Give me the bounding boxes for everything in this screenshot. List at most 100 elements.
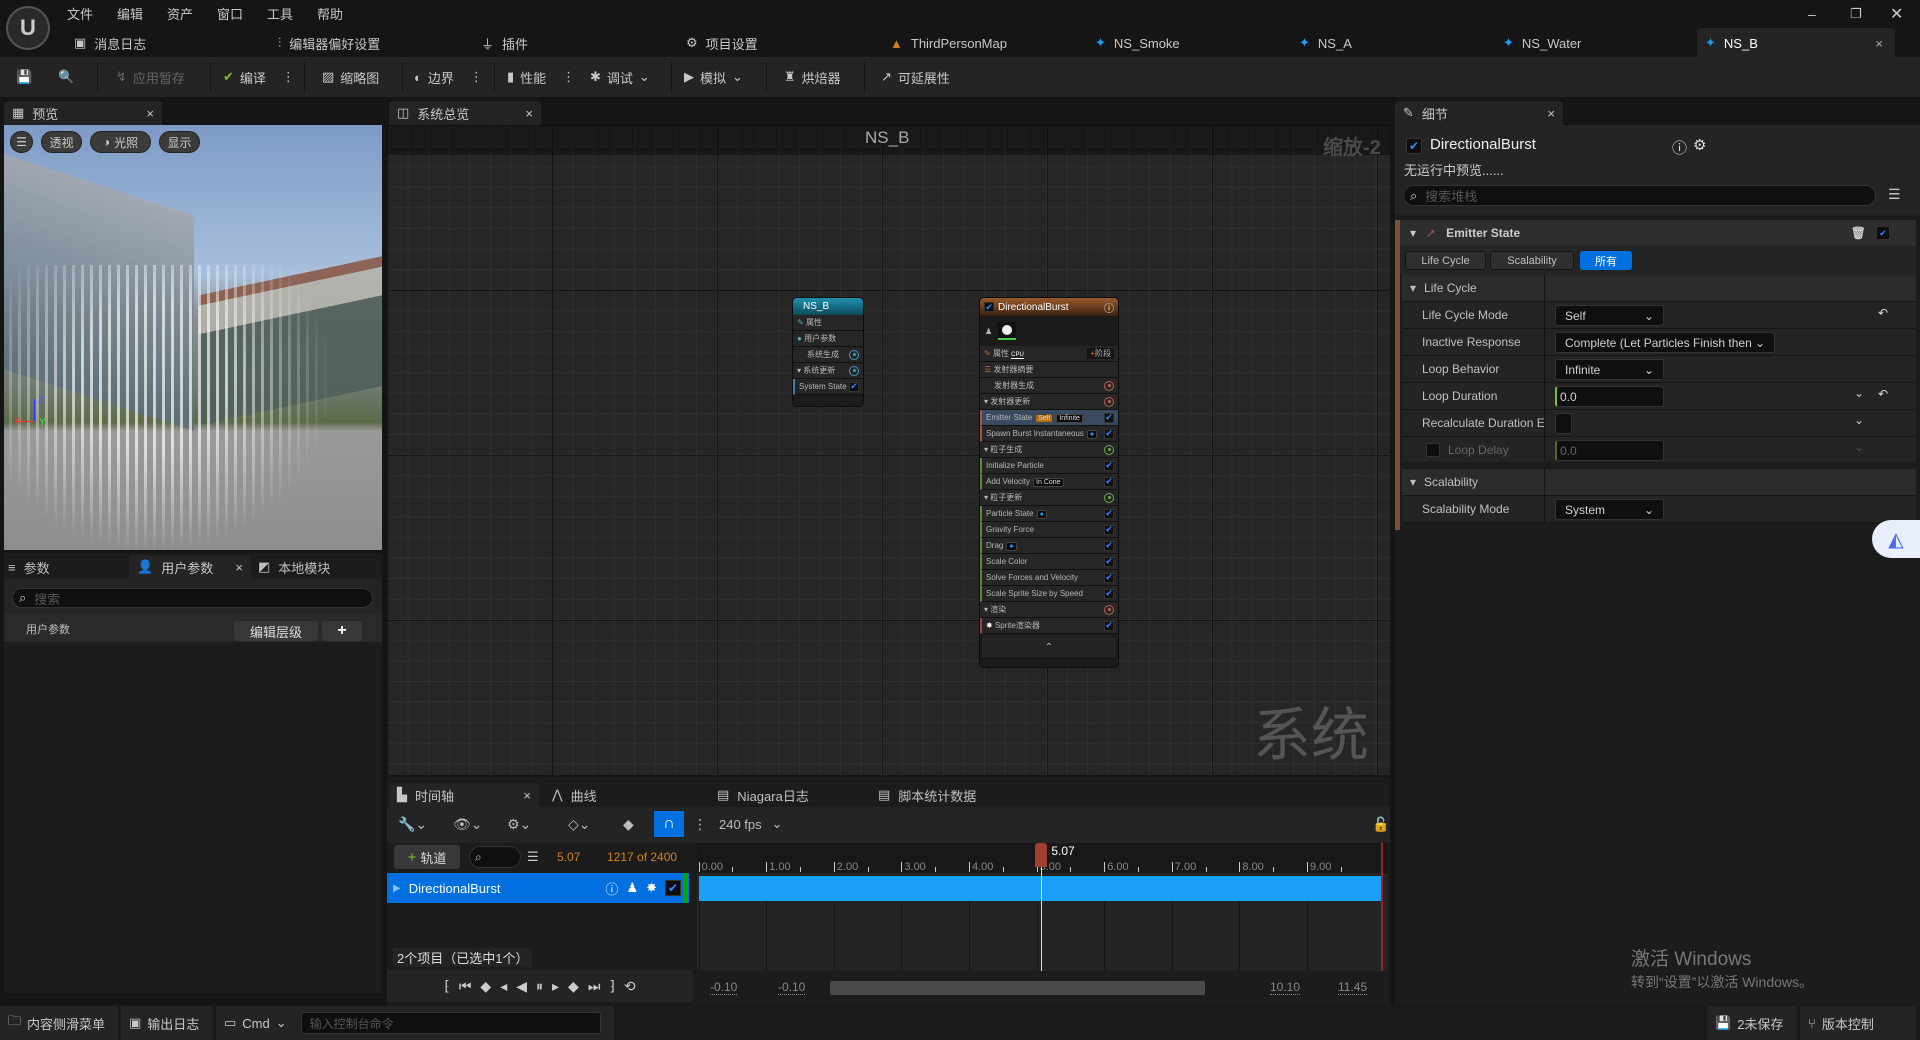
key-icon[interactable]: ◇⌄ [568,812,591,836]
jump-end-icon[interactable]: ⁆ [609,978,614,995]
menu-file[interactable]: 文件 [67,4,93,23]
filter-icon[interactable]: ☰ [1888,186,1901,203]
perspective-button[interactable]: 透视 [41,131,82,153]
save-icon[interactable]: 💾 [16,60,32,94]
tab-ns-b[interactable]: ✦ NS_B × [1697,28,1895,58]
play-reverse-icon[interactable]: ◀ [516,978,527,995]
tab-preview[interactable]: ▦ 预览 × [4,101,162,125]
tab-thirdpersonmap[interactable]: ▲ ThirdPersonMap [882,28,1007,58]
restore-button[interactable]: ❐ [1850,6,1862,22]
property-dropdown[interactable]: Complete (Let Particles Finish then ⌄ [1555,332,1775,353]
filter-icon[interactable]: ☰ [527,849,539,865]
performance-button[interactable]: ▮ 性能 ⋮ [507,60,575,94]
emitter-enabled-checkbox[interactable]: ✔ [984,302,994,312]
tab-parameters[interactable]: ≡ 参数 [8,555,50,579]
debug-button[interactable]: ✱ 调试 ⌄ [590,60,650,94]
number-input[interactable]: 0.0 [1555,440,1664,461]
reset-to-default-icon[interactable]: ↶ [1878,306,1888,320]
more-icon[interactable]: ⋮ [470,69,483,85]
tab-local-modules[interactable]: ◩ 本地模块 [258,555,330,579]
current-time[interactable]: 5.07 [557,850,580,864]
module-row[interactable]: Spawn Burst Instantaneous ● ✔ [980,426,1118,442]
module-enabled-checkbox[interactable]: ✔ [1104,588,1114,599]
chevron-down-icon[interactable]: ⌄ [276,1015,287,1031]
wrench-icon[interactable]: 🔧⌄ [398,812,427,836]
step-forward-icon[interactable]: ▸ [552,978,559,995]
section-row[interactable]: ▾ 粒子更新 [980,490,1118,506]
add-stage-button[interactable]: +阶段 [1087,348,1114,359]
module-row[interactable]: ✸ Sprite渲染器 ✔ [980,618,1118,634]
filter-scalability[interactable]: Scalability [1490,251,1574,270]
thumbnail-button[interactable]: ▨ 缩略图 [322,60,379,94]
minimize-button[interactable]: – [1808,6,1816,22]
module-enabled-checkbox[interactable]: ✔ [1104,508,1114,519]
add-track-button[interactable]: + 轨道 [394,845,460,869]
scalability-category[interactable]: ▾ Scalability [1402,469,1916,496]
scalability-button[interactable]: ↗ 可延展性 [881,60,950,94]
add-module-icon[interactable] [1104,380,1114,391]
fps-dropdown[interactable]: 240 fps ⌄ [719,812,783,836]
emitter-properties-row[interactable]: ✎ 属性 CPU +阶段 [980,346,1118,362]
tab-user-parameters[interactable]: 👤 用户参数 × [129,555,251,579]
recalculate-checkbox[interactable] [1555,413,1572,434]
section-row[interactable]: ☰ 发射器摘要 [980,362,1118,378]
info-icon[interactable]: ⓘ [605,879,618,898]
tab-message-log[interactable]: ▣ 消息日志 [66,28,146,58]
more-icon[interactable]: ⋮ [693,812,707,836]
tab-details[interactable]: ✎ 细节 × [1395,101,1563,125]
property-dropdown[interactable]: Infinite ⌄ [1555,359,1664,380]
info-icon[interactable]: ⓘ [1672,137,1687,158]
sprite-icon[interactable]: ✸ [646,880,657,896]
add-module-icon[interactable] [1104,492,1114,503]
view-start-field[interactable]: -0.10 [710,980,738,995]
compile-button[interactable]: ✔ 编译 ⋮ [223,60,295,94]
next-key-icon[interactable]: ◆ [568,978,579,995]
more-icon[interactable]: ⋮ [282,69,295,85]
module-row[interactable]: Initialize Particle ✔ [980,458,1118,474]
property-dropdown[interactable]: Self ⌄ [1555,305,1664,326]
tab-editor-preferences[interactable]: ⫶ 编辑器偏好设置 [270,28,380,58]
collapse-node-button[interactable]: ⌃ [982,637,1116,657]
expand-chevron-icon[interactable]: ⌄ [1854,440,1864,454]
simulate-button[interactable]: ▶ 模拟 ⌄ [684,60,743,94]
source-control-button[interactable]: ⑂ 版本控制 [1800,1006,1916,1040]
tab-project-settings[interactable]: ⚙ 项目设置 [678,28,758,58]
stack-search-input[interactable]: ⌕ 搜索堆栈 [1403,185,1876,206]
auto-key-icon[interactable]: ◆ [623,812,634,836]
add-parameter-button[interactable]: + [322,621,362,641]
module-enabled-checkbox[interactable]: ✔ [1104,524,1114,535]
assistant-float-button[interactable]: ◭ [1872,520,1920,558]
module-enabled-checkbox[interactable]: ✔ [1104,540,1114,551]
loop-icon[interactable]: ⟲ [624,978,636,995]
browse-icon[interactable]: 🔍 [58,60,74,94]
show-button[interactable]: 显示 [159,131,200,153]
tab-system-overview[interactable]: ◫ 系统总览 × [389,101,541,125]
params-search-input[interactable]: ⌕ 搜索 [12,588,373,608]
enabled-checkbox[interactable]: ✔ [849,381,859,392]
unsaved-button[interactable]: 💾 2未保存 [1707,1006,1797,1040]
system-state-row[interactable]: System State ✔ [793,379,863,395]
tab-curves[interactable]: ⋀ 曲线 [552,783,597,807]
close-window-button[interactable]: ✕ [1890,4,1903,24]
module-row[interactable]: Solve Forces and Velocity ✔ [980,570,1118,586]
module-enabled-checkbox[interactable]: ✔ [1104,460,1114,471]
output-log-button[interactable]: ▣ 输出日志 [121,1006,213,1040]
eye-icon[interactable]: 👁⌄ [453,812,483,836]
emitter-node[interactable]: ✔ DirectionalBurst ⓘ ♟ ✎ 属性 CPU +阶段 ☰ 发射器摘要… [979,297,1119,668]
track-search-input[interactable]: ⌕ [469,846,521,868]
module-enabled-checkbox[interactable]: ✔ [1104,620,1114,631]
module-row[interactable]: Emitter State Self Infinite ✔ [980,410,1118,426]
snap-magnet-button[interactable]: ∩ [654,811,684,837]
next-frame-icon[interactable]: ⏭ [588,978,601,995]
system-user-params-row[interactable]: ● 用户参数 [793,331,863,347]
module-enabled-checkbox[interactable]: ✔ [1104,556,1114,567]
number-input[interactable]: 0.0 [1555,386,1664,407]
lock-icon[interactable]: 🔓 [1372,812,1389,836]
close-tab-icon[interactable]: × [525,106,533,121]
menu-asset[interactable]: 资产 [167,4,193,23]
menu-edit[interactable]: 编辑 [117,4,143,23]
tab-niagara-log[interactable]: ▤ Niagara日志 [717,783,809,807]
close-tab-icon[interactable]: × [1875,36,1883,51]
add-module-icon[interactable] [1104,444,1114,455]
reset-to-default-icon[interactable]: ↶ [1878,387,1888,401]
